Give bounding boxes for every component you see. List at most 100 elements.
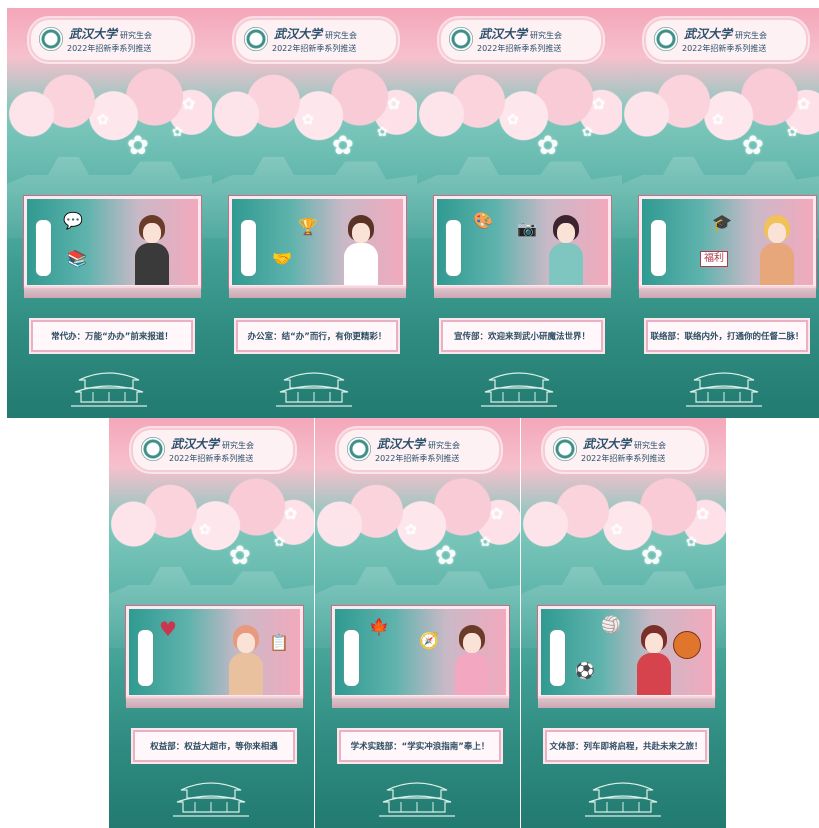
sakura-icon: ✿ [787,125,798,140]
sakura-icon: ✿ [537,131,559,161]
heart-icon: ♥ [159,617,177,641]
university-name: 武汉大学 研究生会 [684,27,768,41]
sakura-icon: ✿ [712,112,724,128]
illustration-panel: 🏆 🤝 [229,196,406,288]
sakura-icon: ✿ [229,541,251,571]
caption-box: 宣传部：欢迎来到武小研魔法世界！ [441,320,603,352]
prop-icon: 💬 [63,211,83,230]
sakura-icon: ✿ [696,504,710,523]
character [760,215,794,285]
sakura-icon: ✿ [641,541,663,571]
panel-shelf [538,696,715,708]
prop-icon: 🏆 [298,217,318,236]
character [344,215,378,285]
panel-shelf [24,286,201,298]
panel-shelf [639,286,816,298]
panel-shelf [332,696,509,708]
caption-box: 常代办：万能“办办”前来报道！ [31,320,193,352]
soccer-ball-icon: ⚽ [575,661,595,680]
pavilion-icon [71,372,147,407]
poster-7: ✿ ✿ ✿ ✿ 武汉大学 研究生会 2022年招新季系列推送 🏐 ⚽ 文体部：列车… [521,418,726,828]
sakura-icon: ✿ [199,522,211,538]
university-logo-icon [244,27,268,51]
university-logo-icon [39,27,63,51]
sakura-icon: ✿ [127,131,149,161]
illustration-panel: 🏐 ⚽ [538,606,715,698]
sakura-icon: ✿ [611,522,623,538]
university-logo-icon [141,437,165,461]
university-name: 武汉大学 研究生会 [377,437,461,451]
university-logo-icon [449,27,473,51]
pavilion-icon [481,372,557,407]
university-name: 武汉大学 研究生会 [69,27,153,41]
header-badge: 武汉大学 研究生会 2022年招新季系列推送 [543,428,707,472]
sakura-icon: ✿ [507,112,519,128]
header-badge: 武汉大学 研究生会 2022年招新季系列推送 [131,428,295,472]
header-badge: 武汉大学 研究生会 2022年招新季系列推送 [234,18,398,62]
university-name: 武汉大学 研究生会 [171,437,255,451]
header-badge: 武汉大学 研究生会 2022年招新季系列推送 [29,18,193,62]
poster-4: ✿ ✿ ✿ ✿ 武汉大学 研究生会 2022年招新季系列推送 🎓 福利 联络部：联… [622,8,819,418]
poster-1: ✿ ✿ ✿ ✿ 武汉大学 研究生会 2022年招新季系列推送 💬 📚 常代办：万能… [7,8,212,418]
poster-5: ✿ ✿ ✿ ✿ 武汉大学 研究生会 2022年招新季系列推送 ♥ 📋 权益部：权益… [109,418,314,828]
sakura-icon: ✿ [435,541,457,571]
volleyball-icon: 🏐 [601,615,621,634]
university-name: 武汉大学 研究生会 [583,437,667,451]
caption-box: 联络部：联络内外，打通你的任督二脉！ [646,320,808,352]
university-logo-icon [347,437,371,461]
caption-text: 常代办：万能“办办”前来报道！ [51,332,173,342]
series-title: 2022年招新季系列推送 [581,454,666,463]
sakura-icon: ✿ [377,125,388,140]
bookmark-tag [549,629,566,687]
pavilion-icon [585,782,661,817]
header-badge: 武汉大学 研究生会 2022年招新季系列推送 [439,18,603,62]
sakura-icon: ✿ [797,94,811,113]
caption-text: 宣传部：欢迎来到武小研魔法世界！ [453,332,590,342]
prop-icon: 🎓 [712,213,732,232]
prop-icon: 📷 [517,219,537,238]
sakura-icon: ✿ [480,535,491,550]
character [229,625,263,695]
illustration-panel: 🎓 福利 [639,196,816,288]
bookmark-tag [445,219,462,277]
caption-text: 权益部：权益大超市，等你来相遇 [150,742,278,752]
series-title: 2022年招新季系列推送 [682,44,767,53]
sakura-icon: ✿ [284,504,298,523]
caption-box: 文体部：列车即将启程，共赴未来之旅！ [545,730,707,762]
series-title: 2022年招新季系列推送 [67,44,152,53]
bookmark-tag [240,219,257,277]
poster-3: ✿ ✿ ✿ ✿ 武汉大学 研究生会 2022年招新季系列推送 📷 🎨 宣传部：欢迎… [417,8,622,418]
basketball-icon [673,631,701,659]
caption-text: 学术实践部：“学实冲浪指南”奉上！ [350,742,490,752]
caption-text: 办公室：结“办”而行，有你更精彩！ [247,332,387,342]
panel-shelf [434,286,611,298]
bookmark-tag [343,629,360,687]
pavilion-icon [173,782,249,817]
header-badge: 武汉大学 研究生会 2022年招新季系列推送 [644,18,808,62]
university-name: 武汉大学 研究生会 [274,27,358,41]
poster-6: ✿ ✿ ✿ ✿ 武汉大学 研究生会 2022年招新季系列推送 🍁 🧭 学术实践部：… [315,418,520,828]
sakura-icon: ✿ [172,125,183,140]
caption-text: 文体部：列车即将启程，共赴未来之旅！ [549,742,703,752]
illustration-panel: 📷 🎨 [434,196,611,288]
pavilion-icon [379,782,455,817]
university-name: 武汉大学 研究生会 [479,27,563,41]
sakura-icon: ✿ [302,112,314,128]
caption-box: 权益部：权益大超市，等你来相遇 [133,730,295,762]
caption-box: 学术实践部：“学实冲浪指南”奉上！ [339,730,501,762]
illustration-panel: ♥ 📋 [126,606,303,698]
character [455,625,489,695]
prop-icon: 🤝 [272,249,292,268]
illustration-panel: 🍁 🧭 [332,606,509,698]
sakura-icon: ✿ [686,535,697,550]
sakura-icon: ✿ [490,504,504,523]
caption-text: 联络部：联络内外，打通你的任督二脉！ [650,332,804,342]
sakura-icon: ✿ [274,535,285,550]
prop-icon: 📋 [269,633,289,652]
sakura-icon: ✿ [742,131,764,161]
sakura-icon: ✿ [182,94,196,113]
maple-leaf-icon: 🍁 [369,617,389,636]
header-badge: 武汉大学 研究生会 2022年招新季系列推送 [337,428,501,472]
panel-shelf [126,696,303,708]
series-title: 2022年招新季系列推送 [272,44,357,53]
